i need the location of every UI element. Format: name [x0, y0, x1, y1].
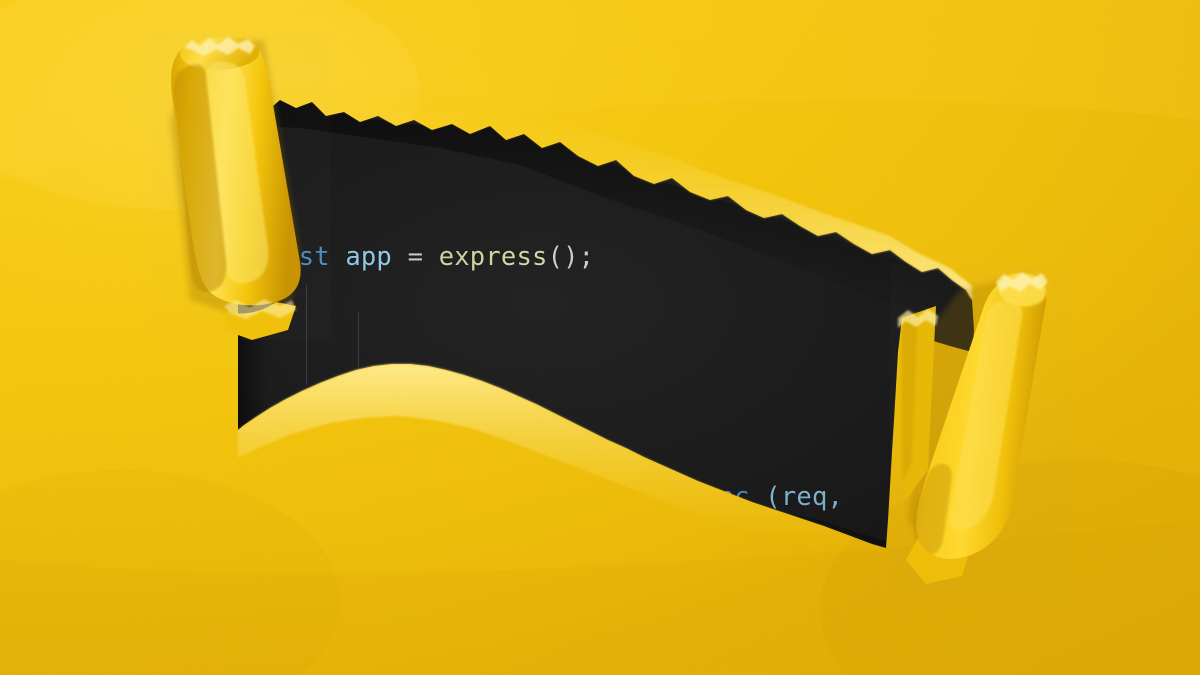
code-line-1: const app = express();	[252, 242, 843, 272]
token-punctuation-brace-open: {	[407, 602, 439, 632]
token-method-get: get	[314, 482, 361, 512]
code-editor-panel: const app = express(); app.get('/network…	[0, 0, 1200, 675]
token-variable-req: req	[640, 602, 688, 632]
token-keyword-const-2: const	[314, 602, 392, 632]
token-punctuation-parens: ();	[547, 242, 595, 272]
token-variable-app: app	[345, 242, 392, 272]
token-variable-app-2: app	[252, 482, 299, 512]
token-keyword-async: async	[671, 482, 750, 512]
token-variable-timeout: timeout	[438, 602, 548, 632]
torn-paper-code-scene: const app = express(); app.get('/network…	[0, 0, 1200, 675]
code-line-4: const { timeout, } = req.query;	[252, 602, 843, 632]
token-punctuation-comma: ,	[640, 482, 672, 512]
token-punctuation-dot: .	[298, 482, 315, 512]
token-punctuation-brace-rest: , } =	[547, 602, 641, 632]
token-punctuation-open-paren: (	[360, 482, 377, 512]
source-code-block: const app = express(); app.get('/network…	[252, 152, 843, 675]
token-string-route: '/network_health'	[376, 482, 641, 512]
token-property-query: query	[703, 602, 781, 632]
token-punctuation-dot-2: .	[687, 602, 704, 632]
token-function-express: express	[438, 242, 548, 272]
code-line-2-blank	[252, 362, 843, 392]
token-keyword-const: const	[252, 242, 330, 272]
token-punctuation-semicolon: ;	[780, 602, 797, 632]
code-line-3: app.get('/network_health', async (req,	[252, 482, 843, 512]
token-params-req: (req,	[765, 482, 844, 512]
token-operator-assign: =	[407, 242, 424, 272]
